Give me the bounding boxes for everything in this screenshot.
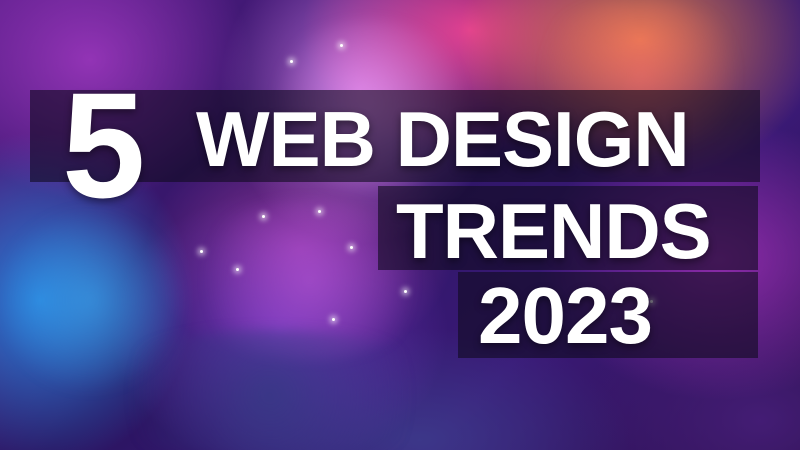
star	[350, 246, 353, 249]
headline-line-2: TRENDS	[396, 187, 712, 275]
star	[332, 318, 335, 321]
star	[290, 60, 293, 63]
thumbnail-canvas: 5 WEB DESIGN TRENDS 2023	[0, 0, 800, 450]
headline-line-1: WEB DESIGN	[196, 95, 690, 183]
star	[236, 268, 239, 271]
star	[404, 290, 407, 293]
headline-number: 5	[62, 61, 145, 229]
star	[200, 250, 203, 253]
headline-line-3: 2023	[478, 271, 653, 360]
nebula-cloud	[80, 330, 460, 450]
star	[318, 210, 321, 213]
star	[262, 215, 265, 218]
star	[340, 44, 343, 47]
